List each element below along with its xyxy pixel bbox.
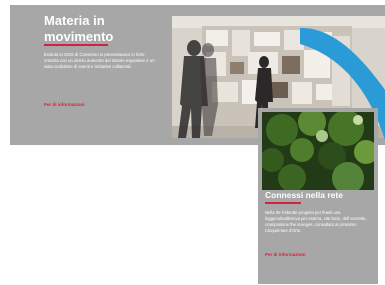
feature-card[interactable]: Connessi nella rete Nella rte Fabrutte p… [258, 108, 378, 284]
card-title-underline [265, 202, 301, 204]
card-description: Nella rte Fabrutte progetta per feasti u… [265, 210, 367, 233]
hero-title: Materia in movimento [44, 13, 114, 44]
card-photo [262, 112, 374, 190]
hero-read-more-link[interactable]: Per di informazioni [44, 102, 85, 107]
hero-title-underline [44, 44, 108, 46]
card-title: Connessi nella rete [265, 190, 343, 200]
hero-description: Evoluta in 2016 di Consenso si presentav… [44, 52, 155, 70]
card-read-more-link[interactable]: Per di informazioni [265, 252, 306, 257]
